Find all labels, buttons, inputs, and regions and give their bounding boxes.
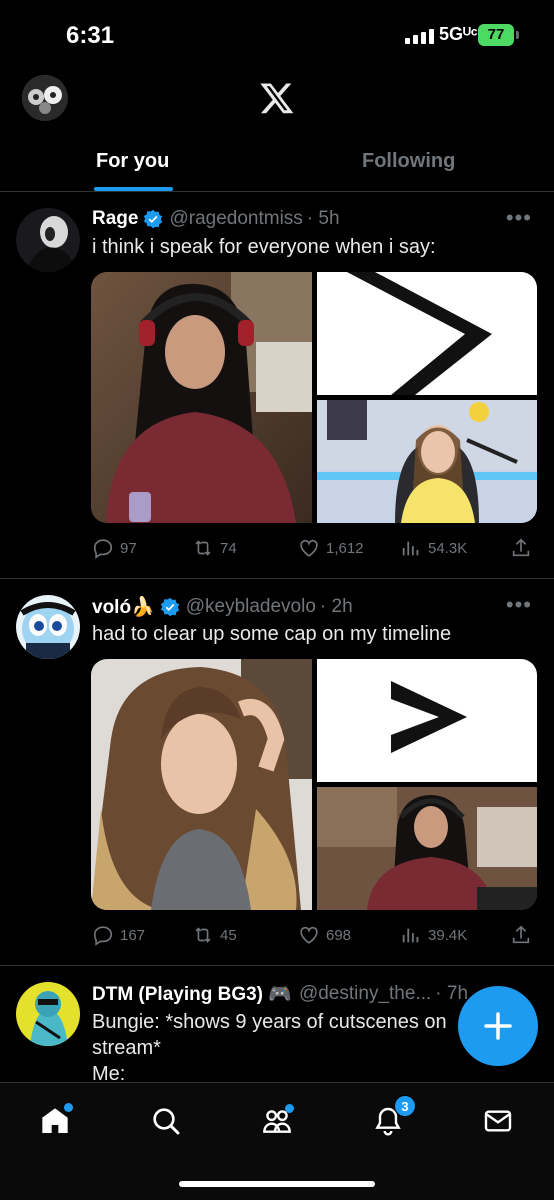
verified-icon <box>160 597 179 617</box>
post-time: · 2h <box>319 596 353 617</box>
views-button[interactable]: 54.3K <box>400 537 467 559</box>
reply-icon <box>93 539 113 559</box>
battery-icon: 77 <box>478 24 519 46</box>
nav-search[interactable] <box>146 1101 186 1141</box>
unread-dot <box>285 1104 294 1113</box>
notifications-badge: 3 <box>394 1095 416 1117</box>
like-button[interactable]: 1,612 <box>298 537 364 559</box>
tweet-text-line: stream* <box>92 1037 161 1059</box>
media-photo[interactable] <box>91 659 312 910</box>
tweet-text: i think i speak for everyone when i say: <box>92 236 436 258</box>
repost-count: 74 <box>220 539 237 557</box>
status-bar: 6:31 5Gᵁᶜ 77 <box>0 0 554 70</box>
media-photo[interactable] <box>317 659 537 782</box>
compose-button[interactable] <box>458 986 538 1066</box>
reply-count: 167 <box>120 926 146 944</box>
like-icon <box>300 926 318 944</box>
tweet-media[interactable] <box>91 659 537 910</box>
tweet[interactable]: Rage @ragedontmiss · 5h ••• i think i sp… <box>0 193 554 579</box>
status-time: 6:31 <box>66 22 115 49</box>
verified-icon <box>144 209 163 229</box>
share-icon <box>512 538 530 557</box>
messages-icon <box>484 1110 512 1132</box>
nav-messages[interactable] <box>478 1101 518 1141</box>
x-logo-icon[interactable] <box>259 80 295 116</box>
author-handle[interactable]: @destiny_the... <box>299 983 431 1005</box>
repost-button[interactable]: 45 <box>192 924 237 946</box>
tweet-text: Bungie: *shows 9 years of cutscenes on s… <box>92 1009 447 1087</box>
reply-button[interactable]: 167 <box>92 924 145 946</box>
reply-icon <box>93 926 113 946</box>
avatar[interactable] <box>16 982 80 1046</box>
media-photo[interactable] <box>317 272 537 395</box>
author-handle[interactable]: @ragedontmiss <box>169 208 302 230</box>
author-handle[interactable]: @keybladevolo <box>186 596 316 618</box>
share-icon <box>512 925 530 944</box>
repost-button[interactable]: 74 <box>192 537 237 559</box>
nav-home[interactable] <box>35 1101 75 1141</box>
repost-icon <box>195 540 211 556</box>
unread-dot <box>64 1103 73 1112</box>
views-icon <box>402 541 419 556</box>
like-count: 1,612 <box>326 539 364 557</box>
signal-icon <box>405 29 434 44</box>
tweet-actions: 97 74 1,612 54.3K <box>92 537 536 563</box>
tab-for-you[interactable]: For you <box>96 150 169 173</box>
tweet-header: DTM (Playing BG3) 🎮 @destiny_the... · 7h <box>92 982 468 1006</box>
repost-count: 45 <box>220 926 237 944</box>
media-photo[interactable] <box>317 400 537 523</box>
tweet-actions: 167 45 698 39.4K <box>92 924 536 950</box>
tweet[interactable]: voló🍌 @keybladevolo · 2h ••• had to clea… <box>0 580 554 966</box>
network-label: 5Gᵁᶜ <box>439 24 478 44</box>
post-time: · 5h <box>306 208 340 229</box>
tab-following[interactable]: Following <box>362 150 455 173</box>
like-icon <box>300 539 318 557</box>
more-options-icon[interactable]: ••• <box>506 592 532 618</box>
nav-communities[interactable] <box>257 1101 297 1141</box>
tweet-text: had to clear up some cap on my timeline <box>92 623 452 645</box>
avatar[interactable] <box>16 208 80 272</box>
like-button[interactable]: 698 <box>298 924 351 946</box>
tweet-header: Rage @ragedontmiss · 5h <box>92 208 340 230</box>
like-count: 698 <box>326 926 352 944</box>
timeline-tabs: For you Following <box>0 130 554 192</box>
author-name[interactable]: Rage <box>92 208 138 230</box>
search-icon <box>153 1108 180 1135</box>
tweet-header: voló🍌 @keybladevolo · 2h <box>92 595 353 619</box>
profile-avatar[interactable] <box>22 75 68 121</box>
reply-count: 97 <box>120 539 137 557</box>
share-button[interactable] <box>510 537 532 559</box>
more-options-icon[interactable]: ••• <box>506 205 532 231</box>
media-photo[interactable] <box>91 272 312 523</box>
home-indicator <box>179 1181 375 1187</box>
author-name[interactable]: DTM (Playing BG3) 🎮 <box>92 982 292 1006</box>
reply-button[interactable]: 97 <box>92 537 137 559</box>
media-photo[interactable] <box>317 787 537 910</box>
views-icon <box>402 928 419 943</box>
share-button[interactable] <box>510 924 532 946</box>
tweet-text-line: Bungie: *shows 9 years of cutscenes on <box>92 1011 447 1033</box>
compose-icon <box>484 1012 512 1040</box>
avatar[interactable] <box>16 595 80 659</box>
repost-icon <box>195 927 211 943</box>
views-button[interactable]: 39.4K <box>400 924 467 946</box>
battery-level: 77 <box>487 26 505 43</box>
active-tab-indicator <box>94 187 173 191</box>
tweet-media[interactable] <box>91 272 537 523</box>
view-count: 54.3K <box>428 539 468 557</box>
author-name[interactable]: voló🍌 <box>92 595 155 619</box>
view-count: 39.4K <box>428 926 468 944</box>
